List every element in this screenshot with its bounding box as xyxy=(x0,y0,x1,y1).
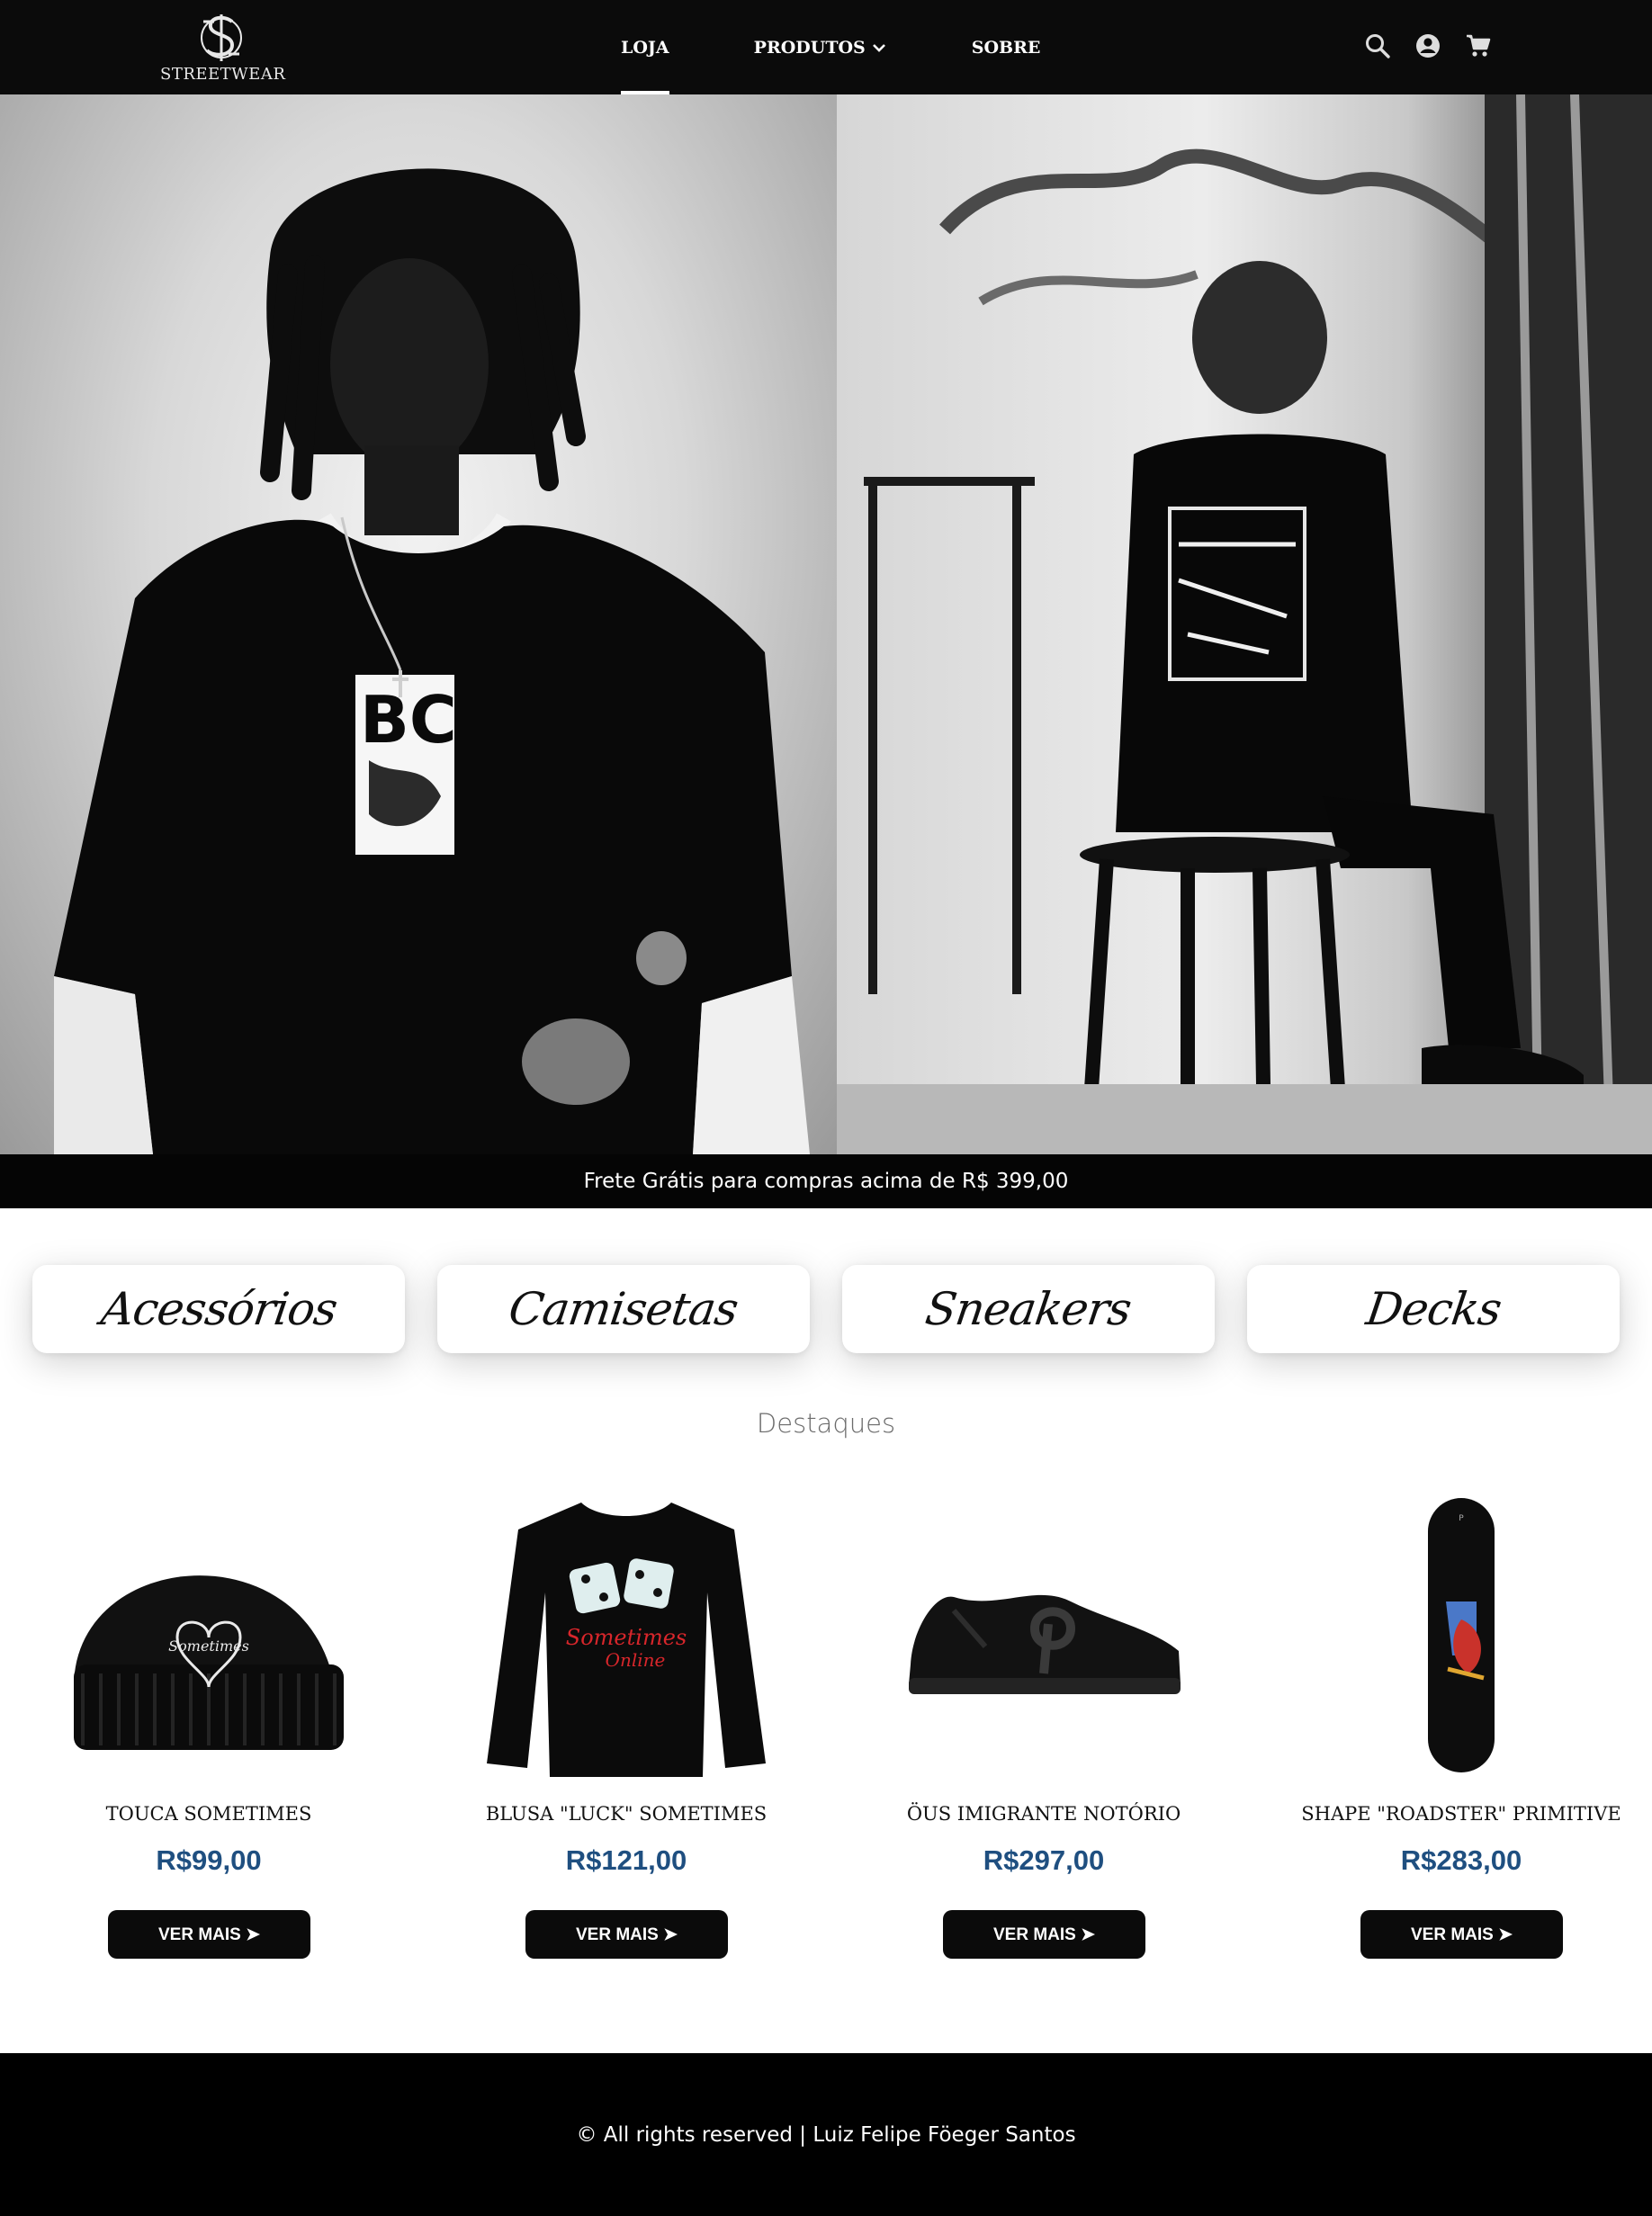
sneaker-image xyxy=(909,1594,1181,1694)
search-icon[interactable] xyxy=(1364,32,1391,59)
skateboard-deck-image: P xyxy=(1428,1498,1495,1772)
svg-text:Sometimes: Sometimes xyxy=(566,1625,687,1650)
longsleeve-image: Sometimes Online xyxy=(487,1503,766,1777)
ver-mais-button[interactable]: VER MAIS ➤ xyxy=(1360,1910,1563,1959)
chevron-down-icon xyxy=(872,43,885,52)
category-card-decks[interactable]: Decks xyxy=(1247,1265,1620,1353)
hero-photo-person-back xyxy=(837,94,1652,1154)
beanie-image: Sometimes xyxy=(74,1575,344,1750)
nav-link-produtos-label: PRODUTOS xyxy=(753,37,866,58)
hero-image-left: BC xyxy=(0,94,837,1154)
free-shipping-bar: Frete Grátis para compras acima de R$ 39… xyxy=(0,1154,1652,1208)
product-name: TOUCA SOMETIMES xyxy=(105,1803,312,1825)
nav-link-loja[interactable]: LOJA xyxy=(621,0,669,94)
nav-link-produtos[interactable]: PRODUTOS xyxy=(754,0,887,94)
product-name: BLUSA "LUCK" SOMETIMES xyxy=(485,1803,768,1825)
product-price: R$297,00 xyxy=(983,1844,1105,1876)
product-card: Sometimes TOUCA SOMETIMES R$99,00 VER MA… xyxy=(0,1494,417,1979)
ver-mais-button[interactable]: VER MAIS ➤ xyxy=(943,1910,1145,1959)
main-nav: LOJA PRODUTOS SOBRE xyxy=(621,0,1040,94)
product-price: R$121,00 xyxy=(565,1844,687,1876)
product-price: R$99,00 xyxy=(156,1844,262,1876)
cart-icon[interactable] xyxy=(1465,32,1492,59)
category-card-camisetas[interactable]: Camisetas xyxy=(437,1265,810,1353)
account-icon[interactable] xyxy=(1414,32,1441,59)
brand-logo-text: STREETWEAR xyxy=(160,65,286,84)
svg-text:Sometimes: Sometimes xyxy=(168,1637,249,1655)
svg-text:BC: BC xyxy=(360,682,457,758)
featured-products: Sometimes TOUCA SOMETIMES R$99,00 VER MA… xyxy=(0,1494,1652,1979)
product-card: P SHAPE "ROADSTER" PRIMITIVE R$283,00 VE… xyxy=(1252,1494,1652,1979)
category-label: Acessórios xyxy=(97,1283,340,1335)
free-shipping-text: Frete Grátis para compras acima de R$ 39… xyxy=(583,1170,1069,1193)
hero-image-right xyxy=(837,94,1652,1154)
category-card-sneakers[interactable]: Sneakers xyxy=(842,1265,1215,1353)
category-label: Decks xyxy=(1362,1283,1504,1335)
hero-banner: BC xyxy=(0,94,1652,1154)
nav-icon-group xyxy=(1364,32,1492,59)
category-label: Sneakers xyxy=(922,1283,1135,1335)
svg-text:P: P xyxy=(1459,1514,1464,1523)
product-price: R$283,00 xyxy=(1400,1844,1522,1876)
top-navbar: STREETWEAR LOJA PRODUTOS SOBRE xyxy=(0,0,1652,94)
page-footer: © All rights reserved | Luiz Felipe Föeg… xyxy=(0,2053,1652,2216)
svg-text:Online: Online xyxy=(606,1649,666,1671)
ver-mais-button[interactable]: VER MAIS ➤ xyxy=(108,1910,310,1959)
product-name: ÖUS IMIGRANTE NOTÓRIO xyxy=(906,1803,1181,1825)
nav-link-sobre[interactable]: SOBRE xyxy=(972,0,1041,94)
ver-mais-button[interactable]: VER MAIS ➤ xyxy=(525,1910,728,1959)
footer-copyright: © All rights reserved | Luiz Felipe Föeg… xyxy=(576,2122,1076,2147)
product-card: Sometimes Online BLUSA "LUCK" SOMETIMES … xyxy=(417,1494,835,1979)
product-name: SHAPE "ROADSTER" PRIMITIVE xyxy=(1301,1803,1621,1825)
logo-monogram-icon xyxy=(201,14,242,61)
category-card-acessorios[interactable]: Acessórios xyxy=(32,1265,405,1353)
category-cards: Acessórios Camisetas Sneakers Decks xyxy=(32,1265,1620,1353)
brand-logo[interactable]: STREETWEAR xyxy=(160,13,286,85)
category-label: Camisetas xyxy=(506,1283,741,1335)
product-card: ÖUS IMIGRANTE NOTÓRIO R$297,00 VER MAIS … xyxy=(835,1494,1252,1979)
hero-photo-person-front: BC xyxy=(54,168,810,1154)
featured-title: Destaques xyxy=(756,1408,896,1439)
